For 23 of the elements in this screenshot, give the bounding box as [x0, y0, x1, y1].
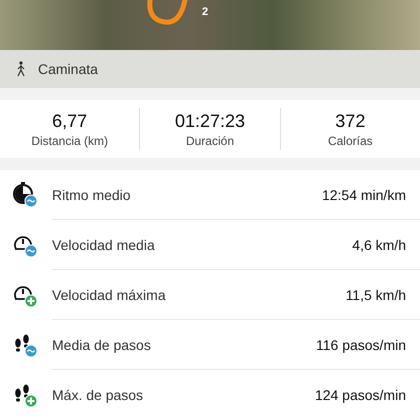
- walking-person-icon: [16, 61, 26, 77]
- metric-label: Velocidad máxima: [52, 286, 166, 302]
- metric-label: Máx. de pasos: [52, 387, 144, 403]
- footprints-icon: [12, 332, 38, 358]
- stat-value: 01:27:23: [174, 110, 246, 132]
- stat-label: Calorías: [328, 134, 373, 148]
- satellite-map[interactable]: 2: [0, 0, 420, 50]
- stat-label: Distancia (km): [31, 134, 108, 148]
- metric-value: 124 pasos/min: [314, 387, 406, 403]
- metric-value: 4,6 km/h: [352, 236, 406, 252]
- metric-value: 11,5 km/h: [346, 286, 406, 302]
- metric-value: 116 pasos/min: [316, 336, 406, 352]
- metric-label: Velocidad media: [52, 236, 155, 252]
- metric-label: Media de pasos: [52, 336, 151, 352]
- footprints-icon: [12, 382, 38, 408]
- metric-value: 12:54 min/km: [322, 186, 406, 202]
- stat-value: 372: [335, 110, 366, 132]
- stat-label: Duración: [186, 134, 234, 148]
- stopwatch-icon: [12, 182, 38, 208]
- activity-type-label: Caminata: [38, 61, 98, 77]
- stat-value: 6,77: [52, 110, 88, 132]
- route-marker-label: 2: [202, 6, 208, 18]
- metric-label: Ritmo medio: [52, 186, 131, 202]
